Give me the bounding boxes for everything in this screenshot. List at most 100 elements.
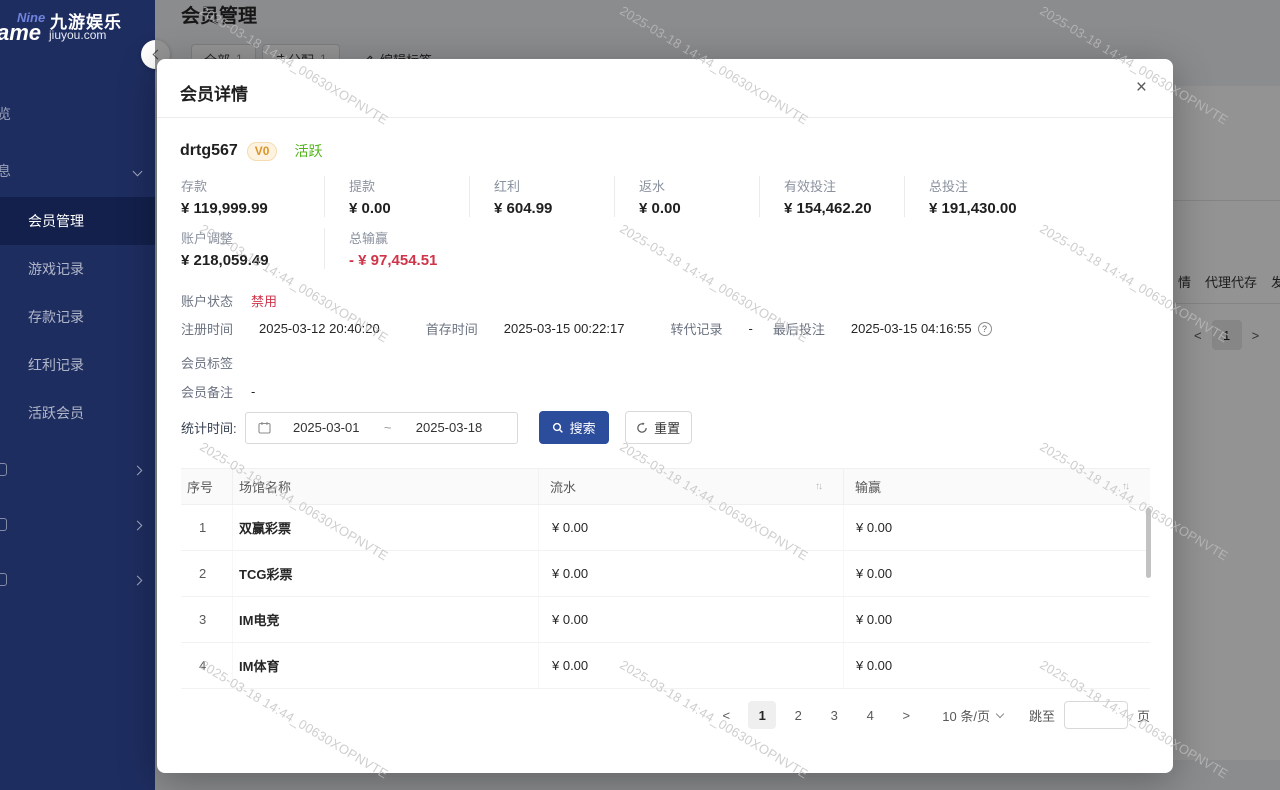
stat-6: 总投注¥ 191,430.00: [904, 176, 1049, 217]
next-page-button[interactable]: >: [892, 701, 920, 729]
search-button[interactable]: 搜索: [539, 411, 609, 444]
table-row: 1双赢彩票¥ 0.00¥ 0.00: [181, 505, 1150, 551]
sidebar-item-3[interactable]: 存款记录: [0, 293, 155, 341]
member-level-badge: V0: [247, 142, 278, 161]
stat-value: ¥ 119,999.99: [181, 200, 324, 217]
venue-stats-table: 序号场馆名称流水↑↓输赢↑↓ 1双赢彩票¥ 0.00¥ 0.002TCG彩票¥ …: [181, 468, 1150, 689]
page-button-4[interactable]: 4: [856, 701, 884, 729]
column-title: 序号: [187, 477, 213, 496]
sidebar-group-3[interactable]: [0, 553, 155, 608]
table-cell-venue: TCG彩票: [233, 551, 539, 596]
filter-label: 统计时间:: [181, 418, 237, 437]
sidebar-item-5[interactable]: 活跃会员: [0, 389, 155, 437]
info-item-2: 首存时间 2025-03-15 00:22:17: [426, 319, 625, 338]
stat-value: ¥ 604.99: [494, 200, 614, 217]
stat-value: ¥ 154,462.20: [784, 200, 904, 217]
table-header-cell-1: 序号: [181, 469, 233, 504]
jump-label: 跳至: [1029, 706, 1055, 725]
date-end[interactable]: 2025-03-18: [393, 420, 504, 435]
stat-label: 红利: [494, 176, 614, 195]
page-size-select[interactable]: 10 条/页: [942, 706, 1003, 725]
reset-icon: [636, 422, 648, 434]
stat-label: 提款: [349, 176, 469, 195]
info-label: 注册时间: [181, 319, 233, 338]
group-icon: [0, 518, 7, 531]
table-cell-win: ¥ 0.00: [844, 505, 1150, 550]
jump-page-input[interactable]: [1064, 701, 1128, 729]
info-item-4: 最后投注2025-03-15 04:16:55?: [773, 319, 992, 338]
info-label: 转代记录: [670, 319, 722, 338]
page-button-3[interactable]: 3: [820, 701, 848, 729]
table-cell-win: ¥ 0.00: [844, 551, 1150, 596]
sidebar-item-1[interactable]: 会员管理: [0, 197, 155, 245]
member-remark-label: 会员备注: [181, 382, 233, 401]
modal-header: 会员详情 ×: [157, 59, 1173, 118]
table-cell-win: ¥ 0.00: [844, 597, 1150, 642]
info-value: 2025-03-15 00:22:17: [504, 321, 625, 336]
page-size-label: 10 条/页: [942, 706, 990, 725]
sidebar: Nine ame 九游娱乐 jiuyou.com 览 息 会员管理游戏记录存款记…: [0, 0, 155, 790]
sidebar-item-partial-2[interactable]: 息: [0, 161, 11, 181]
stat-adj-2: 总输赢- ¥ 97,454.51: [324, 228, 469, 269]
stat-label: 账户调整: [181, 228, 324, 247]
table-cell-idx: 2: [181, 551, 233, 596]
info-label: 首存时间: [426, 319, 478, 338]
question-circle-icon[interactable]: ?: [978, 322, 992, 336]
info-item-1: 注册时间2025-03-12 20:40:20: [181, 319, 380, 338]
reset-button[interactable]: 重置: [625, 411, 692, 444]
stat-label: 总投注: [929, 176, 1049, 195]
stat-2: 提款¥ 0.00: [324, 176, 469, 217]
date-range-picker[interactable]: 2025-03-01 ~ 2025-03-18: [245, 412, 518, 444]
table-header: 序号场馆名称流水↑↓输赢↑↓: [181, 468, 1150, 505]
logo-ame: ame: [0, 20, 41, 46]
info-value: -: [748, 321, 752, 336]
account-status-label: 账户状态: [181, 291, 233, 310]
table-cell-venue: IM体育: [233, 643, 539, 688]
date-start[interactable]: 2025-03-01: [271, 420, 382, 435]
table-header-cell-4: 输赢 ↑↓: [844, 469, 1150, 504]
search-icon: [552, 422, 564, 434]
sidebar-menu: 会员管理游戏记录存款记录红利记录活跃会员: [0, 197, 155, 437]
filter-bar: 统计时间: 2025-03-01 ~ 2025-03-18 搜索 重置: [181, 411, 692, 444]
stat-5: 有效投注¥ 154,462.20: [759, 176, 904, 217]
table-cell-venue: IM电竞: [233, 597, 539, 642]
date-separator: ~: [382, 420, 394, 435]
table-pagination: < 1234 > 10 条/页 跳至 页: [704, 701, 1150, 729]
jump-to-page: 跳至 页: [1029, 701, 1150, 729]
table-cell-flow: ¥ 0.00: [539, 505, 844, 550]
table-cell-idx: 4: [181, 643, 233, 688]
prev-page-button[interactable]: <: [712, 701, 740, 729]
stat-label: 返水: [639, 176, 759, 195]
table-scrollbar[interactable]: [1146, 508, 1151, 578]
page-button-2[interactable]: 2: [784, 701, 812, 729]
sort-icon[interactable]: ↑↓: [815, 481, 821, 492]
chevron-right-icon: [133, 576, 143, 586]
close-icon[interactable]: ×: [1136, 78, 1147, 97]
member-status: 活跃: [294, 141, 322, 161]
sidebar-item-partial-1[interactable]: 览: [0, 104, 11, 124]
member-summary: drtg567 V0 活跃: [180, 141, 322, 161]
sidebar-item-4[interactable]: 红利记录: [0, 341, 155, 389]
member-remark-value: -: [251, 384, 255, 399]
stat-3: 红利 ¥ 604.99: [469, 176, 614, 217]
stat-adj-1: 账户调整¥ 218,059.49: [180, 228, 324, 269]
sidebar-item-2[interactable]: 游戏记录: [0, 245, 155, 293]
sort-icon[interactable]: ↑↓: [1122, 481, 1128, 492]
table-cell-flow: ¥ 0.00: [539, 643, 844, 688]
screen: 会员管理 全部 1 未分配 1 编辑标签 情代理代存发放 < 1 > Nine …: [0, 0, 1280, 790]
stat-value: - ¥ 97,454.51: [349, 252, 469, 269]
table-header-cell-3: 流水 ↑↓: [539, 469, 844, 504]
member-remark-row: 会员备注 -: [181, 382, 255, 401]
sidebar-group-2[interactable]: [0, 498, 155, 553]
sidebar-group-1[interactable]: [0, 443, 155, 498]
info-item-3: 转代记录 -: [670, 319, 752, 338]
table-cell-win: ¥ 0.00: [844, 643, 1150, 688]
member-name: drtg567: [180, 142, 238, 160]
column-title: 输赢: [855, 477, 881, 496]
stat-1: 存款¥ 119,999.99: [180, 176, 324, 217]
table-cell-idx: 3: [181, 597, 233, 642]
page-button-1[interactable]: 1: [748, 701, 776, 729]
column-title: 流水: [550, 477, 576, 496]
search-label: 搜索: [570, 418, 596, 437]
member-tags-row: 会员标签: [181, 353, 233, 372]
